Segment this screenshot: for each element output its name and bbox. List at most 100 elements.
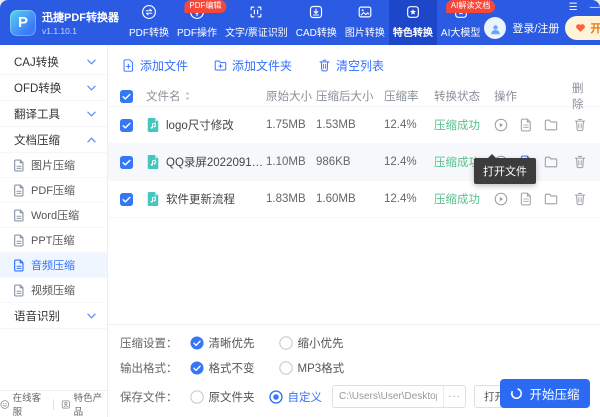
radio-unchecked-icon bbox=[279, 336, 293, 350]
main-panel: 添加文件 添加文件夹 清空列表 文件名 原始大小 压缩后大小 bbox=[108, 45, 600, 417]
open-folder-button[interactable] bbox=[544, 155, 558, 169]
compress-ratio: 12.4% bbox=[384, 193, 434, 205]
play-button[interactable] bbox=[494, 118, 508, 132]
row-checkbox[interactable] bbox=[120, 156, 133, 169]
sidebar-item-pdf-compress[interactable]: PDF压缩 bbox=[0, 178, 107, 203]
status-text: 压缩成功 bbox=[434, 191, 494, 207]
sidebar-item-audio-compress[interactable]: 音频压缩 bbox=[0, 253, 107, 278]
output-format-label: 输出格式： bbox=[120, 360, 178, 376]
audio-file-icon bbox=[146, 191, 160, 207]
chevron-down-icon bbox=[87, 313, 96, 319]
top-right-cluster: ☰ — □ ✕ 登录/注册 开通VIP bbox=[484, 0, 600, 45]
row-checkbox[interactable] bbox=[120, 193, 133, 206]
sidebar-group-caj[interactable]: CAJ转换 bbox=[0, 49, 107, 75]
delete-button[interactable] bbox=[574, 155, 586, 169]
ppt-doc-icon bbox=[13, 234, 25, 247]
nav-item-ocr[interactable]: 文字/票证识别 bbox=[221, 0, 292, 45]
radio-unchecked-icon bbox=[190, 390, 204, 404]
app-version: v1.1.10.1 bbox=[42, 26, 119, 36]
radio-checked-icon bbox=[190, 336, 204, 350]
original-size: 1.83MB bbox=[266, 193, 316, 205]
online-service-link[interactable]: 在线客服 bbox=[0, 390, 46, 417]
trash-icon bbox=[318, 59, 331, 72]
sidebar-group-translate[interactable]: 翻译工具 bbox=[0, 101, 107, 127]
play-button[interactable] bbox=[494, 192, 508, 206]
minimize-icon[interactable]: — bbox=[590, 3, 600, 13]
delete-button[interactable] bbox=[574, 192, 586, 206]
open-folder-button[interactable] bbox=[544, 118, 558, 132]
open-vip-button[interactable]: 开通VIP bbox=[565, 16, 600, 40]
app-logo: P 迅捷PDF转换器 v1.1.10.1 bbox=[0, 0, 125, 45]
nav-item-pdf-operate[interactable]: PDF编辑 PDF操作 bbox=[173, 0, 221, 45]
add-folder-button[interactable]: 添加文件夹 bbox=[214, 57, 292, 74]
sidebar-group-doc-compress[interactable]: 文档压缩 bbox=[0, 127, 107, 153]
video-doc-icon bbox=[13, 284, 25, 297]
heart-icon bbox=[575, 23, 586, 33]
file-toolbar: 添加文件 添加文件夹 清空列表 bbox=[108, 45, 600, 80]
compress-setting-label: 压缩设置： bbox=[120, 335, 178, 351]
open-file-button[interactable] bbox=[519, 192, 533, 206]
folder-plus-icon bbox=[214, 59, 227, 72]
sidebar: CAJ转换 OFD转换 翻译工具 文档压缩 图片压缩 PDF压缩 bbox=[0, 45, 108, 417]
sidebar-item-video-compress[interactable]: 视频压缩 bbox=[0, 278, 107, 303]
chevron-down-icon bbox=[87, 111, 96, 117]
sidebar-group-ofd[interactable]: OFD转换 bbox=[0, 75, 107, 101]
featured-products-link[interactable]: 特色产品 bbox=[61, 390, 107, 417]
pdf-doc-icon bbox=[13, 184, 25, 197]
login-register-link[interactable]: 登录/注册 bbox=[512, 20, 559, 36]
option-mp3-format[interactable]: MP3格式 bbox=[279, 360, 345, 376]
pdf-convert-icon bbox=[141, 4, 157, 20]
browse-button[interactable]: ··· bbox=[443, 386, 465, 407]
col-ratio: 压缩率 bbox=[384, 88, 434, 104]
divider bbox=[53, 399, 54, 410]
sidebar-item-word-compress[interactable]: Word压缩 bbox=[0, 203, 107, 228]
nav-item-pdf-convert[interactable]: PDF转换 bbox=[125, 0, 173, 45]
top-bar: P 迅捷PDF转换器 v1.1.10.1 PDF转换 PDF编辑 PDF操作 文… bbox=[0, 0, 600, 45]
avatar[interactable] bbox=[484, 17, 506, 39]
compress-setting-row: 压缩设置： 清晰优先 缩小优先 bbox=[120, 335, 588, 351]
original-size: 1.75MB bbox=[266, 119, 316, 131]
nav-label: 特色转换 bbox=[393, 24, 433, 39]
radio-unchecked-icon bbox=[279, 361, 293, 375]
sidebar-group-speech[interactable]: 语音识别 bbox=[0, 303, 107, 329]
open-file-button[interactable] bbox=[519, 118, 533, 132]
chevron-down-icon bbox=[87, 59, 96, 65]
chevron-up-icon bbox=[87, 137, 96, 143]
col-filename: 文件名 bbox=[146, 88, 181, 104]
start-compress-button[interactable]: 开始压缩 bbox=[500, 379, 590, 408]
save-path-input[interactable] bbox=[333, 386, 443, 407]
col-action: 操作 bbox=[494, 88, 572, 104]
nav-item-special-convert[interactable]: 特色转换 bbox=[389, 0, 437, 45]
nav-item-cad-convert[interactable]: CAD转换 bbox=[292, 0, 341, 45]
col-compressed-size: 压缩后大小 bbox=[316, 88, 384, 104]
sidebar-item-image-compress[interactable]: 图片压缩 bbox=[0, 153, 107, 178]
option-keep-format[interactable]: 格式不变 bbox=[190, 360, 255, 376]
sidebar-item-ppt-compress[interactable]: PPT压缩 bbox=[0, 228, 107, 253]
table-row: logo尺寸修改 1.75MB 1.53MB 12.4% 压缩成功 bbox=[108, 107, 600, 144]
sort-icon[interactable] bbox=[184, 91, 191, 101]
row-checkbox[interactable] bbox=[120, 119, 133, 132]
nav-item-ai-model[interactable]: AI解读文档 AI大模型 bbox=[437, 0, 484, 45]
add-file-button[interactable]: 添加文件 bbox=[122, 57, 188, 74]
nav-item-image-convert[interactable]: 图片转换 bbox=[341, 0, 389, 45]
option-size-first[interactable]: 缩小优先 bbox=[279, 335, 344, 351]
save-file-label: 保存文件： bbox=[120, 389, 178, 405]
col-status: 转换状态 bbox=[434, 88, 494, 104]
compressed-size: 1.60MB bbox=[316, 193, 384, 205]
open-file-tooltip: 打开文件 bbox=[474, 158, 536, 184]
delete-button[interactable] bbox=[574, 118, 586, 132]
smiley-headset-icon bbox=[0, 399, 10, 410]
original-size: 1.10MB bbox=[266, 156, 316, 168]
select-all-checkbox[interactable] bbox=[120, 90, 133, 103]
clear-list-button[interactable]: 清空列表 bbox=[318, 57, 384, 74]
open-folder-button[interactable] bbox=[544, 192, 558, 206]
radio-dot-icon bbox=[269, 390, 283, 404]
cad-convert-icon bbox=[308, 4, 324, 20]
audio-file-icon bbox=[146, 117, 160, 133]
special-convert-icon bbox=[405, 4, 421, 20]
option-clarity-first[interactable]: 清晰优先 bbox=[190, 335, 255, 351]
nav-label: CAD转换 bbox=[296, 24, 337, 39]
option-custom-folder[interactable]: 自定义 bbox=[269, 389, 323, 405]
menu-icon[interactable]: ☰ bbox=[569, 3, 578, 13]
option-original-folder[interactable]: 原文件夹 bbox=[190, 389, 255, 405]
